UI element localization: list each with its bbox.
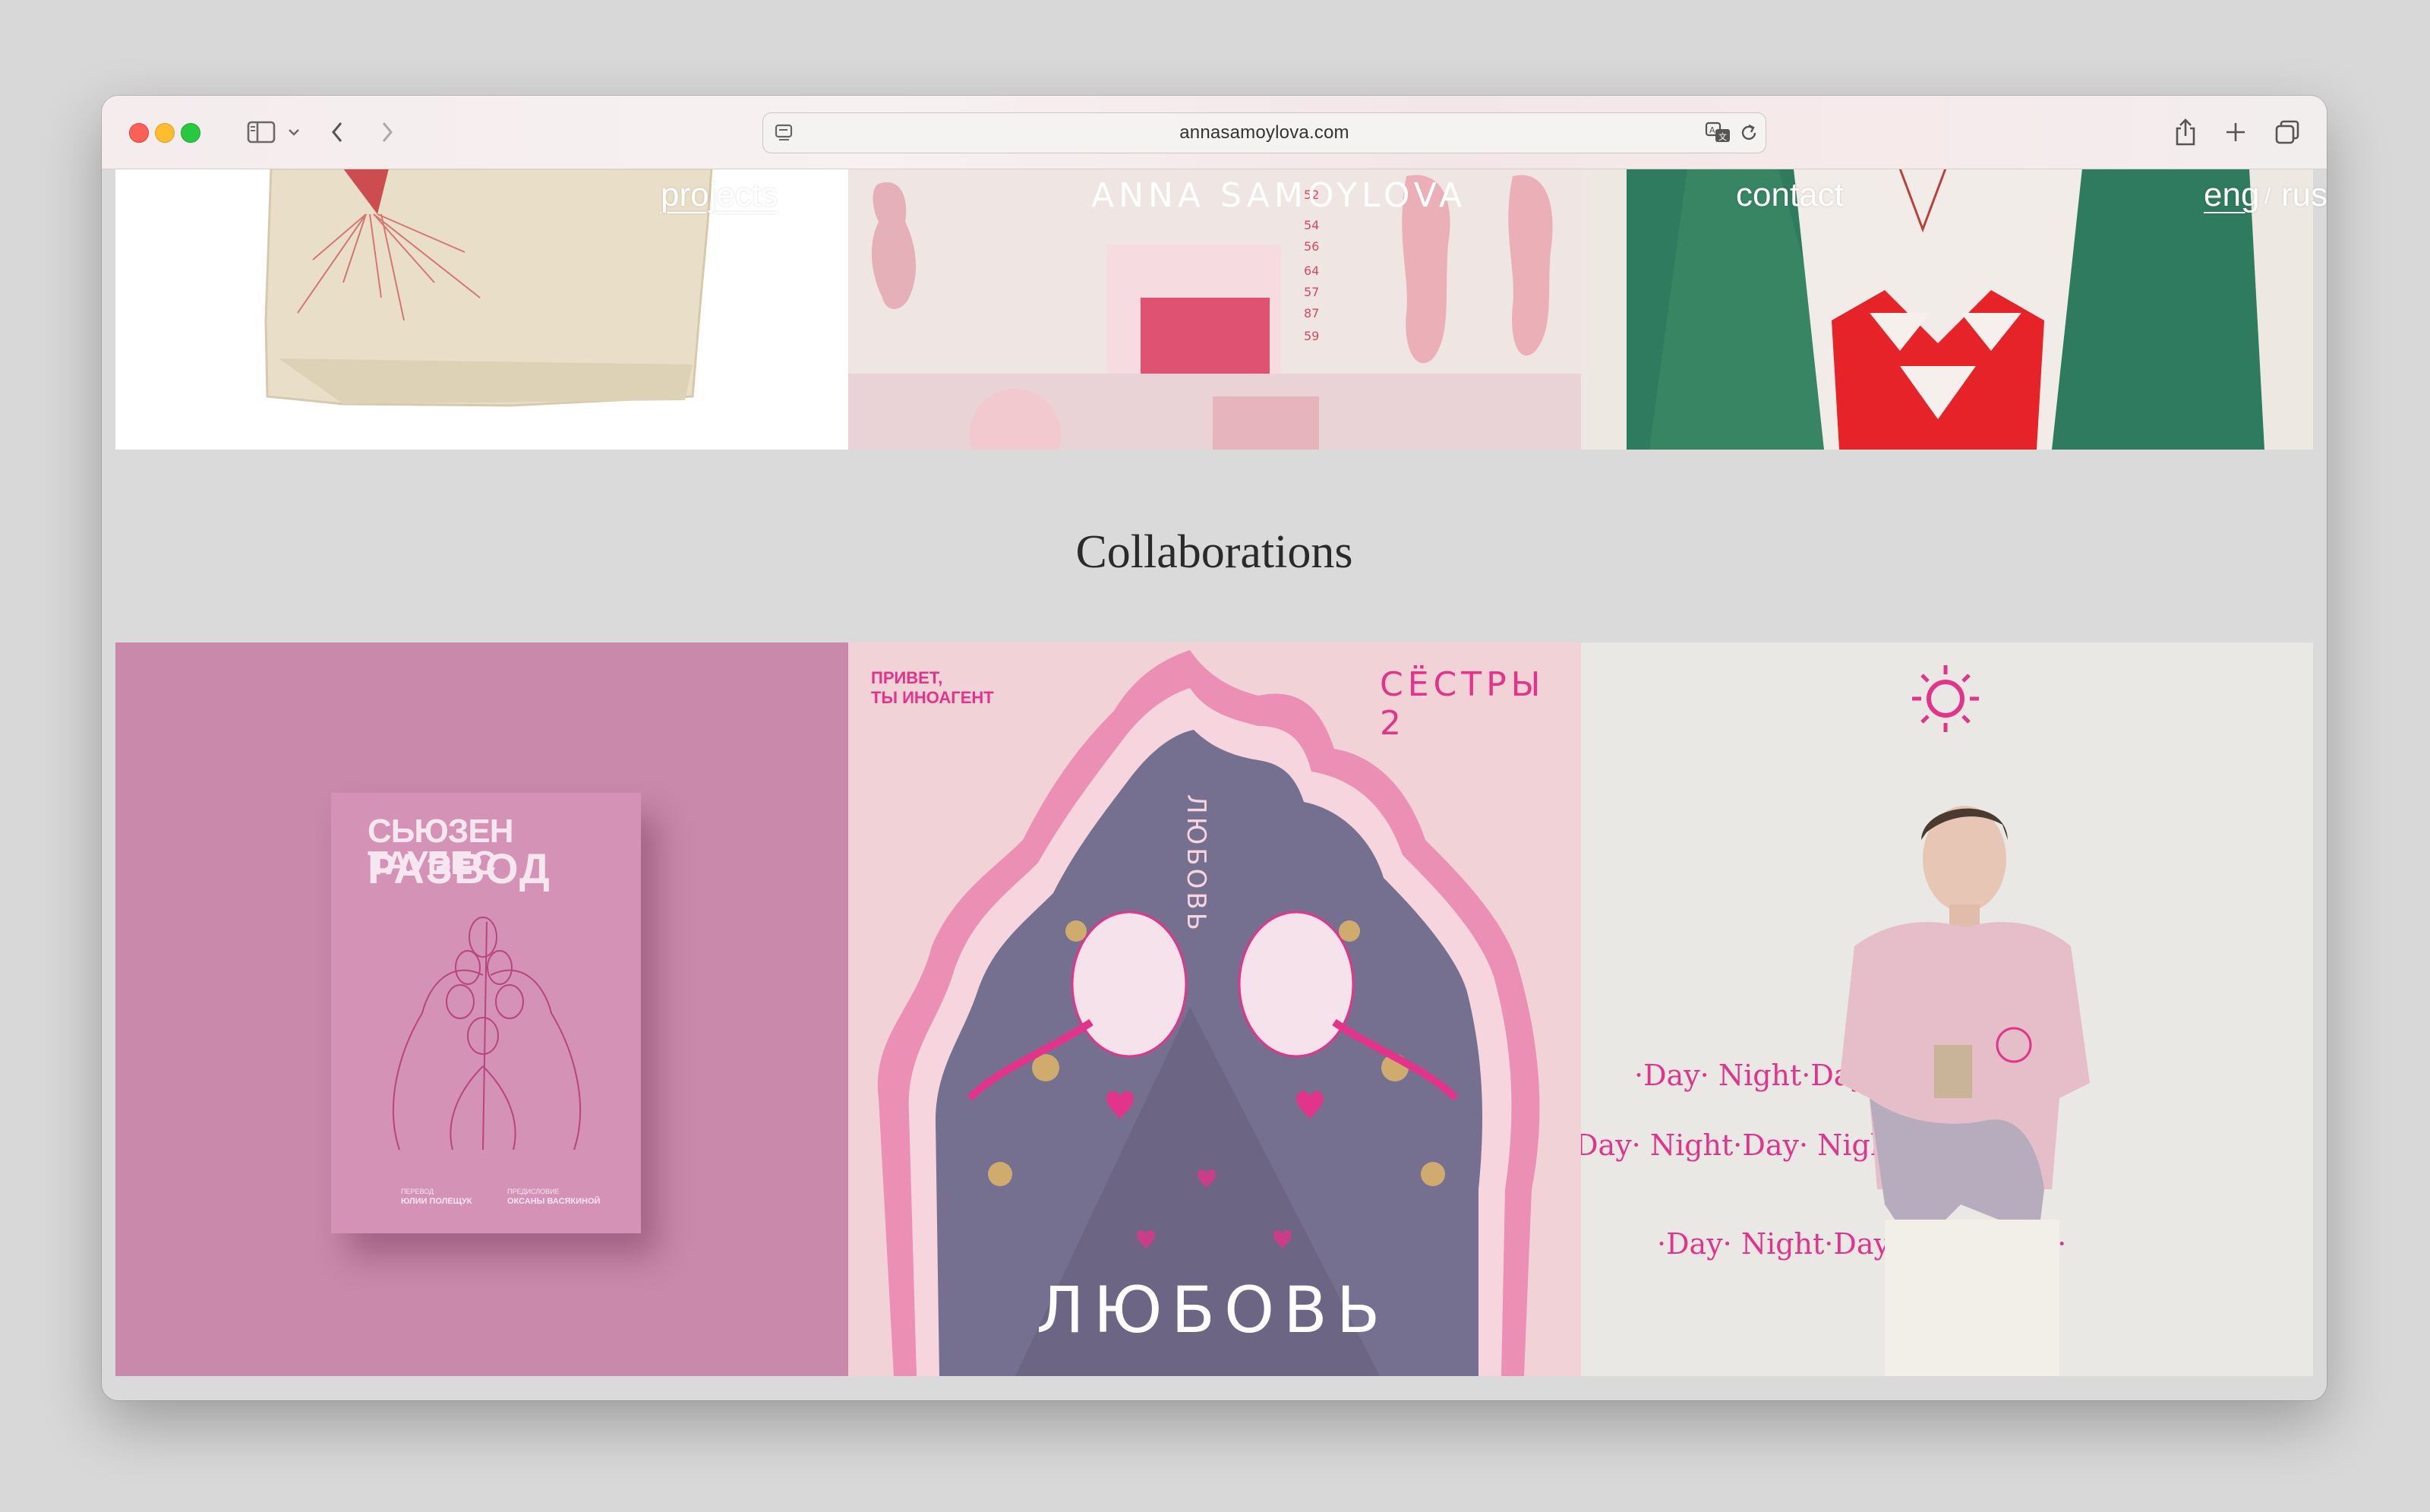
sidebar-menu-chevron[interactable]	[282, 122, 305, 143]
plus-icon	[2226, 123, 2245, 141]
collab-tile-book[interactable]: СЬЮЗЕН ТАУБЕС РАЗВОД ПЕРЕВОД ЮЛИИ ПОЛЕЩУ…	[115, 642, 848, 1376]
lang-eng-link[interactable]: eng	[2204, 176, 2259, 214]
share-icon	[2176, 118, 2195, 146]
zoom-window-button[interactable]	[181, 123, 200, 143]
translator-label: ПЕРЕВОД	[401, 1188, 434, 1195]
reload-icon[interactable]	[1738, 122, 1759, 144]
poster-bottom-word: ЛЮБОВЬ	[1036, 1273, 1390, 1347]
flower-illustration	[392, 917, 582, 1151]
page-content: 52 54 56 64 57 87 59 projects ANNA SAMOY…	[102, 169, 2327, 1400]
collaborations-heading: Collaborations	[1075, 526, 1353, 578]
chevron-left-icon	[332, 122, 342, 142]
svg-text:59: 59	[1304, 329, 1319, 343]
foreword-label: ПРЕДИСЛОВИЕ	[507, 1188, 560, 1195]
poster-top-right: СЁСТРЫ 2	[1380, 665, 1545, 743]
poster-top-left-line1: ПРИВЕТ,	[871, 668, 943, 687]
projects-strip: 52 54 56 64 57 87 59 projects ANNA SAMOY…	[115, 169, 2327, 450]
back-button[interactable]	[322, 115, 352, 149]
share-button[interactable]	[2169, 114, 2202, 150]
chevron-down-icon	[289, 129, 299, 136]
browser-toolbar: annasamoylova.com A 文	[102, 96, 2327, 169]
minimize-window-button[interactable]	[155, 123, 175, 143]
book-title: РАЗВОД	[368, 844, 551, 892]
tabs-overview-icon	[2275, 120, 2299, 144]
book-cover: СЬЮЗЕН ТАУБЕС РАЗВОД ПЕРЕВОД ЮЛИИ ПОЛЕЩУ…	[331, 793, 641, 1233]
collaborations-grid: СЬЮЗЕН ТАУБЕС РАЗВОД ПЕРЕВОД ЮЛИИ ПОЛЕЩУ…	[115, 642, 2313, 1376]
lang-separator: /	[2264, 184, 2271, 209]
svg-text:57: 57	[1304, 285, 1319, 299]
translator-name: ЮЛИИ ПОЛЕЩУК	[401, 1197, 472, 1206]
forward-button[interactable]	[372, 115, 402, 149]
poster-top-left-line2: ТЫ ИНОАГЕНТ	[871, 688, 994, 707]
svg-text:A: A	[1709, 125, 1715, 135]
collab-tile-poster[interactable]: ПРИВЕТ, ТЫ ИНОАГЕНТ СЁСТРЫ 2 ЛЮБОВЬ ЛЮБО…	[848, 642, 1581, 1376]
nav-projects-link[interactable]: projects	[661, 176, 778, 214]
sidebar-icon	[247, 121, 276, 144]
close-window-button[interactable]	[129, 123, 149, 143]
svg-text:64: 64	[1304, 264, 1319, 278]
url-text: annasamoylova.com	[1179, 122, 1349, 143]
page-menu-icon	[775, 124, 793, 140]
lang-rus-link[interactable]: rus	[2281, 176, 2327, 214]
site-logo[interactable]: ANNA SAMOYLOVA	[1091, 176, 1466, 215]
new-tab-button[interactable]	[2219, 114, 2252, 150]
browser-window: annasamoylova.com A 文 52 54 56 64 57 87 …	[102, 96, 2327, 1400]
tab-overview-button[interactable]	[2271, 114, 2304, 150]
svg-text:87: 87	[1304, 306, 1319, 320]
address-bar[interactable]: annasamoylova.com A 文	[762, 112, 1766, 153]
poster-inner-word: ЛЮБОВЬ	[1181, 794, 1211, 934]
sidebar-toggle-button[interactable]	[237, 118, 286, 146]
sun-logo-icon	[1912, 665, 1979, 732]
site-navigation: projects ANNA SAMOYLOVA contact eng / ru…	[115, 169, 2327, 237]
nav-contact-link[interactable]: contact	[1736, 176, 1844, 214]
foreword-name: ОКСАНЫ ВАСЯКИНОЙ	[507, 1197, 601, 1206]
sisters-poster-artwork	[877, 650, 1540, 1376]
model-photo	[1839, 806, 2090, 1376]
svg-text:文: 文	[1718, 131, 1727, 142]
collab-tile-fashion[interactable]: ·Day· Night·Day· Night·Day· ·Day· Night·…	[1581, 642, 2313, 1376]
translate-icon[interactable]: A 文	[1705, 121, 1732, 145]
svg-text:56: 56	[1304, 239, 1319, 254]
chevron-right-icon	[382, 122, 393, 142]
